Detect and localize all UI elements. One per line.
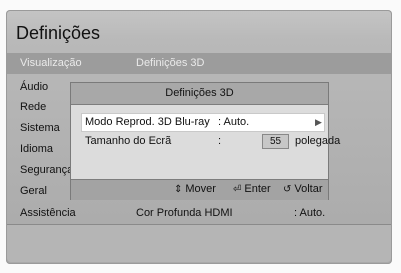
menu-item-seguranca[interactable]: Segurança (20, 164, 73, 176)
back-hint: ↺ Voltar (283, 183, 323, 195)
screen-size-input[interactable]: 55 (262, 134, 289, 149)
updown-arrow-icon: ⇕ (174, 184, 183, 195)
enter-hint: ⏎ Enter (233, 183, 271, 195)
bottom-area (7, 225, 391, 262)
option-3d-bluray-mode-label: Modo Reprod. 3D Blu-ray (85, 116, 210, 128)
enter-icon: ⏎ (233, 184, 242, 195)
option-screen-size-colon: : (218, 135, 222, 147)
menu-item-geral[interactable]: Geral (20, 185, 47, 197)
enter-hint-label: Enter (244, 183, 271, 195)
dialog-title: Definições 3D (165, 87, 234, 99)
move-hint-label: Mover (185, 183, 216, 195)
menu-item-idioma[interactable]: Idioma (20, 143, 53, 155)
3d-settings-dialog: Definições 3D Modo Reprod. 3D Blu-ray : … (71, 83, 340, 200)
screen-size-unit: polegada (295, 135, 341, 147)
back-hint-label: Voltar (294, 183, 323, 195)
chevron-right-icon: ▶ (315, 117, 322, 127)
menu-item-visualizacao[interactable]: Visualização (20, 57, 82, 69)
submenu-item-deep-color-value: : Auto. (294, 207, 326, 219)
page-title: Definições (16, 23, 101, 43)
menu-item-rede[interactable]: Rede (20, 101, 46, 113)
option-screen-size-label[interactable]: Tamanho do Ecrã (85, 135, 171, 147)
settings-screen: Definições Visualização Definições 3D Áu… (0, 0, 401, 273)
submenu-item-deep-color-label[interactable]: Cor Profunda HDMI (136, 207, 233, 219)
option-3d-bluray-mode-value: : Auto. (218, 116, 250, 128)
move-hint: ⇕ Mover (174, 183, 216, 195)
return-icon: ↺ (283, 184, 292, 195)
menu-item-audio[interactable]: Áudio (20, 81, 48, 93)
menu-item-assistencia[interactable]: Assistência (20, 207, 76, 219)
menu-item-sistema[interactable]: Sistema (20, 122, 60, 134)
submenu-item-3d-settings[interactable]: Definições 3D (136, 57, 204, 69)
